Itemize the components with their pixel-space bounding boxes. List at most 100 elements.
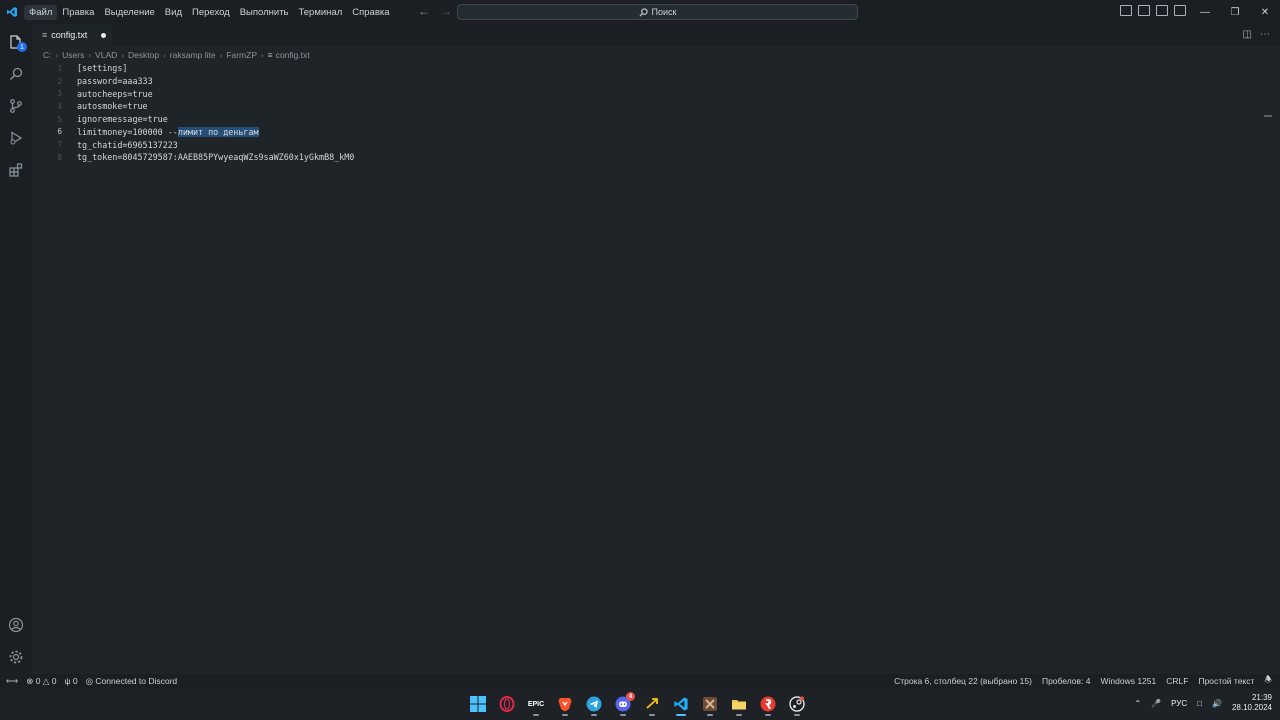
menu-view[interactable]: Вид (160, 5, 187, 20)
line-text: tg_token=8045729587:AAEB85PYwyeaqWZs9saW… (77, 152, 355, 163)
clock[interactable]: 21:39 28.10.2024 (1232, 693, 1272, 713)
chevron-up-icon[interactable]: ⌃ (1134, 699, 1141, 708)
menu-go[interactable]: Переход (187, 5, 235, 20)
layout-controls (1120, 5, 1186, 16)
line-text: limitmoney=100000 --лимит по деньгам (77, 126, 259, 137)
code-line[interactable]: 7 tg_chatid=6965137223 (32, 138, 1272, 151)
menu-edit[interactable]: Правка (57, 5, 99, 20)
discord-status[interactable]: ◎ Connected to Discord (86, 676, 178, 687)
restore-button[interactable]: ❐ (1220, 0, 1250, 24)
line-text: password=aaa333 (77, 76, 153, 87)
split-editor-icon[interactable]: ◫ (1243, 29, 1252, 40)
tab-title: config.txt (51, 30, 88, 40)
ports-indicator[interactable]: ψ 0 (64, 676, 77, 686)
breadcrumb-file[interactable]: config.txt (276, 50, 310, 60)
discord-icon[interactable]: 4 (613, 692, 635, 716)
spark-app-icon[interactable] (642, 692, 662, 716)
line-number: 7 (57, 140, 62, 150)
account-icon[interactable] (0, 609, 32, 641)
chevron-right-icon: › (163, 50, 166, 60)
line-number: 4 (57, 101, 62, 111)
chevron-right-icon: › (219, 50, 223, 60)
vscode-taskbar-icon[interactable] (671, 692, 691, 716)
chevron-right-icon: › (55, 50, 59, 60)
source-control-icon[interactable] (0, 90, 32, 122)
toggle-primary-sidebar-icon[interactable] (1120, 5, 1132, 16)
end-of-line[interactable]: CRLF (1166, 676, 1188, 686)
telegram-icon[interactable] (584, 692, 604, 716)
title-bar: Файл Правка Выделение Вид Переход Выполн… (0, 0, 1280, 24)
breadcrumb-desktop[interactable]: Desktop (128, 50, 159, 60)
toggle-panel-icon[interactable] (1138, 5, 1150, 16)
breadcrumb-drive[interactable]: C: (43, 50, 52, 60)
forward-arrow-icon[interactable]: → (440, 4, 452, 18)
warning-icon: △ (42, 675, 50, 686)
encoding[interactable]: Windows 1251 (1100, 676, 1156, 686)
settings-gear-icon[interactable] (0, 641, 32, 673)
unsaved-dot-icon[interactable] (101, 32, 107, 38)
menu-help[interactable]: Справка (347, 5, 394, 20)
close-button[interactable]: ✕ (1250, 0, 1280, 24)
explorer-icon[interactable]: 1 (0, 26, 32, 58)
text-file-icon: ≡ (267, 50, 273, 60)
brave-browser-icon[interactable] (555, 692, 575, 716)
breadcrumb-farmzp[interactable]: FarmZP (226, 50, 257, 60)
menu-selection[interactable]: Выделение (99, 5, 159, 20)
windows-start-icon[interactable] (468, 692, 488, 716)
breadcrumb-users[interactable]: Users (62, 50, 84, 60)
notifications-bell-icon[interactable]: 🕭 (1264, 674, 1272, 688)
activity-bar: 1 (0, 24, 32, 674)
more-actions-icon[interactable]: ⋯ (1260, 29, 1270, 40)
menu-run[interactable]: Выполнить (235, 5, 294, 20)
code-line[interactable]: 5 ignoremessage=true (32, 113, 1272, 126)
search-view-icon[interactable] (0, 58, 32, 90)
file-explorer-icon[interactable] (729, 692, 749, 716)
status-right: Строка 6, столбец 22 (выбрано 15) Пробел… (894, 674, 1280, 688)
breadcrumb-raksamp[interactable]: raksamp lite (170, 50, 216, 60)
scrollbar-cursor-marker[interactable] (1264, 115, 1272, 117)
line-text: tg_chatid=6965137223 (77, 139, 178, 150)
input-language[interactable]: РУС (1171, 699, 1187, 708)
menu-terminal[interactable]: Терминал (294, 5, 348, 20)
steam-icon[interactable] (787, 692, 807, 716)
menu-file[interactable]: Файл (24, 4, 58, 20)
extensions-icon[interactable] (0, 154, 32, 186)
back-arrow-icon[interactable]: ← (418, 4, 430, 18)
code-editor[interactable]: 1 [settings] 2 password=aaa333 3 autoche… (32, 62, 1272, 674)
tab-config-txt[interactable]: ≡ config.txt (32, 24, 112, 46)
ports-count: 0 (72, 676, 78, 686)
customize-layout-icon[interactable] (1174, 5, 1186, 16)
code-line-current[interactable]: 6 limitmoney=100000 --лимит по деньгам (32, 126, 1272, 139)
code-line[interactable]: 1 [settings] (32, 62, 1272, 75)
toggle-secondary-sidebar-icon[interactable] (1156, 5, 1168, 16)
breadcrumb-vlad[interactable]: VLAD (95, 50, 117, 60)
indentation[interactable]: Пробелов: 4 (1042, 676, 1091, 686)
language-mode[interactable]: Простой текст (1198, 676, 1254, 686)
navigation-arrows: ← → (418, 4, 452, 18)
network-icon[interactable]: □ (1197, 699, 1202, 708)
epic-games-icon[interactable]: EPIC (526, 692, 546, 716)
remote-icon[interactable]: ⟷ (6, 676, 18, 687)
taskbar-apps: EPIC 4 (468, 692, 807, 716)
code-line[interactable]: 2 password=aaa333 (32, 75, 1272, 88)
run-debug-icon[interactable] (0, 122, 32, 154)
minimize-button[interactable]: — (1190, 0, 1220, 24)
line-number: 5 (57, 114, 62, 124)
command-center-search[interactable]: Поиск (457, 4, 858, 20)
code-line[interactable]: 8 tg_token=8045729587:AAEB85PYwyeaqWZs9s… (32, 151, 1272, 164)
code-line[interactable]: 3 autocheeps=true (32, 87, 1272, 100)
line-number: 8 (57, 152, 62, 162)
cursor-position[interactable]: Строка 6, столбец 22 (выбрано 15) (894, 676, 1032, 686)
search-placeholder: Поиск (651, 7, 677, 17)
code-line[interactable]: 4 autosmoke=true (32, 100, 1272, 113)
system-tray: ⌃ 🎤 РУС □ 🔊 21:39 28.10.2024 (1134, 693, 1272, 713)
editor-actions: ◫ ⋯ (1243, 29, 1270, 40)
line-text: ignoremessage=true (77, 114, 168, 125)
problems-indicator[interactable]: ⊗ 0 △ 0 (26, 676, 56, 687)
opera-gx-icon[interactable] (497, 692, 517, 716)
game-app-icon[interactable] (700, 692, 720, 716)
window-controls: — ❐ ✕ (1190, 0, 1280, 24)
microphone-icon[interactable]: 🎤 (1151, 699, 1161, 708)
yandex-browser-icon[interactable] (758, 692, 778, 716)
volume-icon[interactable]: 🔊 (1212, 699, 1222, 708)
